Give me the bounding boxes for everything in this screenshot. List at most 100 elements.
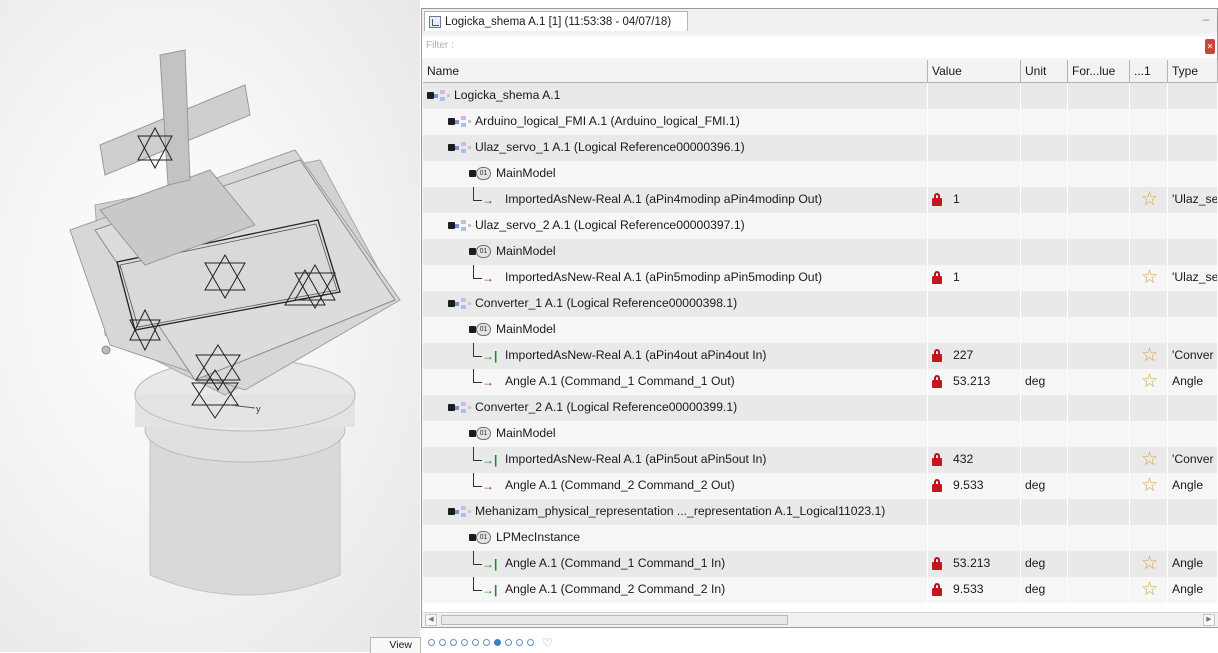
scroll-right-button[interactable]: ▶: [1203, 614, 1215, 626]
formula-cell[interactable]: [1068, 239, 1130, 265]
table-row[interactable]: → ImportedAsNew-Real A.1 (aPin4modinp aPi…: [423, 187, 1218, 213]
unit-cell[interactable]: [1021, 499, 1068, 525]
collapse-toggle-icon[interactable]: [469, 326, 476, 333]
formula-cell[interactable]: [1068, 473, 1130, 499]
flag-cell[interactable]: ☆: [1130, 343, 1168, 369]
table-row[interactable]: →| ImportedAsNew-Real A.1 (aPin4out aPin4…: [423, 343, 1218, 369]
value-cell[interactable]: [928, 213, 1021, 239]
formula-cell[interactable]: [1068, 395, 1130, 421]
table-row[interactable]: Converter_1 A.1 (Logical Reference000003…: [423, 291, 1218, 317]
table-row[interactable]: 01 MainModel: [423, 421, 1218, 447]
flag-cell[interactable]: [1130, 109, 1168, 135]
value-cell[interactable]: 1: [928, 187, 1021, 213]
name-cell[interactable]: → ImportedAsNew-Real A.1 (aPin4modinp aPi…: [423, 187, 928, 213]
formula-cell[interactable]: [1068, 499, 1130, 525]
formula-cell[interactable]: [1068, 187, 1130, 213]
star-icon[interactable]: ☆: [1141, 474, 1158, 498]
value-cell[interactable]: [928, 239, 1021, 265]
name-cell[interactable]: 01 MainModel: [423, 421, 928, 447]
column-header-formula-value[interactable]: For...lue: [1068, 60, 1130, 83]
name-cell[interactable]: 01 MainModel: [423, 239, 928, 265]
type-cell[interactable]: [1168, 317, 1218, 343]
page-dot[interactable]: [428, 639, 435, 646]
formula-cell[interactable]: [1068, 317, 1130, 343]
collapse-toggle-icon[interactable]: [448, 404, 455, 411]
flag-cell[interactable]: ☆: [1130, 551, 1168, 577]
unit-cell[interactable]: [1021, 239, 1068, 265]
value-cell[interactable]: [928, 161, 1021, 187]
unit-cell[interactable]: [1021, 213, 1068, 239]
flag-cell[interactable]: ☆: [1130, 369, 1168, 395]
unit-cell[interactable]: [1021, 343, 1068, 369]
column-header-1[interactable]: ...1: [1130, 60, 1168, 83]
formula-cell[interactable]: [1068, 551, 1130, 577]
name-cell[interactable]: Converter_2 A.1 (Logical Reference000003…: [423, 395, 928, 421]
star-icon[interactable]: ☆: [1141, 370, 1158, 394]
name-cell[interactable]: Ulaz_servo_1 A.1 (Logical Reference00000…: [423, 135, 928, 161]
star-icon[interactable]: ☆: [1141, 552, 1158, 576]
type-cell[interactable]: [1168, 161, 1218, 187]
collapse-toggle-icon[interactable]: [427, 92, 434, 99]
table-row[interactable]: → Angle A.1 (Command_2 Command_2 Out) 9.53…: [423, 473, 1218, 499]
page-dot[interactable]: [527, 639, 534, 646]
formula-cell[interactable]: [1068, 135, 1130, 161]
value-cell[interactable]: [928, 421, 1021, 447]
unit-cell[interactable]: deg: [1021, 551, 1068, 577]
name-cell[interactable]: →| Angle A.1 (Command_2 Command_2 In): [423, 577, 928, 603]
flag-cell[interactable]: [1130, 239, 1168, 265]
star-icon[interactable]: ☆: [1141, 266, 1158, 290]
filter-input[interactable]: [464, 38, 1208, 57]
formula-cell[interactable]: [1068, 525, 1130, 551]
collapse-toggle-icon[interactable]: [469, 248, 476, 255]
type-cell[interactable]: Angle: [1168, 369, 1218, 395]
value-cell[interactable]: [928, 395, 1021, 421]
value-cell[interactable]: [928, 499, 1021, 525]
type-cell[interactable]: [1168, 239, 1218, 265]
unit-cell[interactable]: [1021, 109, 1068, 135]
table-row[interactable]: Logicka_shema A.1: [423, 83, 1218, 109]
unit-cell[interactable]: [1021, 421, 1068, 447]
value-cell[interactable]: 9.533: [928, 577, 1021, 603]
flag-cell[interactable]: [1130, 421, 1168, 447]
table-row[interactable]: Arduino_logical_FMI A.1 (Arduino_logical…: [423, 109, 1218, 135]
collapse-toggle-icon[interactable]: [448, 300, 455, 307]
page-dot[interactable]: [439, 639, 446, 646]
name-cell[interactable]: Mehanizam_physical_representation ..._re…: [423, 499, 928, 525]
name-cell[interactable]: Arduino_logical_FMI A.1 (Arduino_logical…: [423, 109, 928, 135]
name-cell[interactable]: 01 MainModel: [423, 317, 928, 343]
value-cell[interactable]: 432: [928, 447, 1021, 473]
type-cell[interactable]: [1168, 213, 1218, 239]
flag-cell[interactable]: [1130, 83, 1168, 109]
type-cell[interactable]: [1168, 421, 1218, 447]
value-cell[interactable]: [928, 317, 1021, 343]
flag-cell[interactable]: ☆: [1130, 447, 1168, 473]
formula-cell[interactable]: [1068, 577, 1130, 603]
formula-cell[interactable]: [1068, 291, 1130, 317]
value-cell[interactable]: [928, 109, 1021, 135]
table-row[interactable]: Ulaz_servo_2 A.1 (Logical Reference00000…: [423, 213, 1218, 239]
type-cell[interactable]: Angle: [1168, 577, 1218, 603]
flag-cell[interactable]: ☆: [1130, 187, 1168, 213]
name-cell[interactable]: Logicka_shema A.1: [423, 83, 928, 109]
column-header-type[interactable]: Type: [1168, 60, 1218, 83]
page-dot[interactable]: [494, 639, 501, 646]
value-cell[interactable]: 227: [928, 343, 1021, 369]
table-row[interactable]: →| ImportedAsNew-Real A.1 (aPin5out aPin5…: [423, 447, 1218, 473]
flag-cell[interactable]: [1130, 135, 1168, 161]
table-row[interactable]: →| Angle A.1 (Command_1 Command_1 In) 53.2…: [423, 551, 1218, 577]
page-dot[interactable]: [505, 639, 512, 646]
collapse-toggle-icon[interactable]: [469, 534, 476, 541]
type-cell[interactable]: 'Ulaz_se: [1168, 187, 1218, 213]
name-cell[interactable]: →| ImportedAsNew-Real A.1 (aPin5out aPin5…: [423, 447, 928, 473]
formula-cell[interactable]: [1068, 421, 1130, 447]
type-cell[interactable]: [1168, 525, 1218, 551]
formula-cell[interactable]: [1068, 83, 1130, 109]
flag-cell[interactable]: [1130, 291, 1168, 317]
flag-cell[interactable]: [1130, 499, 1168, 525]
name-cell[interactable]: → Angle A.1 (Command_2 Command_2 Out): [423, 473, 928, 499]
type-cell[interactable]: [1168, 135, 1218, 161]
page-dot[interactable]: [450, 639, 457, 646]
column-header-unit[interactable]: Unit: [1021, 60, 1068, 83]
column-header-value[interactable]: Value: [928, 60, 1021, 83]
unit-cell[interactable]: [1021, 265, 1068, 291]
